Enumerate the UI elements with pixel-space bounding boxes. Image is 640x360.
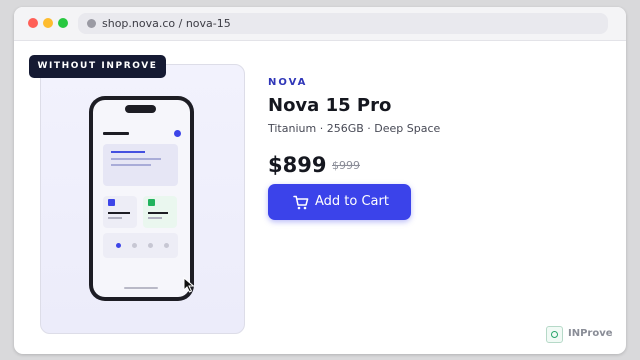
screen-nav-dot <box>116 243 121 248</box>
screen-tile-icon <box>108 199 115 206</box>
add-to-cart-button[interactable]: Add to Cart <box>268 184 411 220</box>
phone-screen <box>93 100 190 297</box>
watermark-text: INProve <box>568 328 613 339</box>
screen-tile-icon <box>148 199 155 206</box>
screen-status-dot <box>174 130 181 137</box>
browser-titlebar: shop.nova.co / nova-15 <box>14 7 626 41</box>
screen-nav-dot <box>148 243 153 248</box>
phone-notch <box>125 105 156 113</box>
screen-tile-line <box>108 212 130 214</box>
smartphone-illustration <box>89 96 194 301</box>
maximize-window-button[interactable] <box>58 18 68 28</box>
comparison-badge: WITHOUT INPROVE <box>29 55 166 78</box>
product-original-price: $999 <box>332 159 360 172</box>
mouse-cursor-icon <box>183 277 195 293</box>
close-window-button[interactable] <box>28 18 38 28</box>
screen-card-line <box>111 164 151 166</box>
browser-window: shop.nova.co / nova-15 WITHOUT INPROVE N… <box>14 7 626 354</box>
screen-header-bar <box>103 132 129 135</box>
cart-icon <box>293 195 309 210</box>
screen-card-line <box>111 151 145 153</box>
screen-nav-dot <box>132 243 137 248</box>
product-title: Nova 15 Pro <box>268 95 392 116</box>
screen-tile-line <box>108 217 122 219</box>
inprove-logo-icon <box>546 326 563 343</box>
screen-home-indicator <box>124 287 158 289</box>
add-to-cart-label: Add to Cart <box>315 194 389 209</box>
product-brand: NOVA <box>268 77 308 88</box>
site-info-icon[interactable] <box>87 19 96 28</box>
screen-nav-dot <box>164 243 169 248</box>
screen-tile-line <box>148 217 162 219</box>
screen-tile-line <box>148 212 168 214</box>
product-variant: Titanium · 256GB · Deep Space <box>268 122 441 135</box>
product-image-card <box>40 64 245 334</box>
address-bar-url: shop.nova.co / nova-15 <box>102 17 231 30</box>
screen-card-line <box>111 158 161 160</box>
address-bar[interactable]: shop.nova.co / nova-15 <box>78 13 608 34</box>
product-price: $899 <box>268 153 327 177</box>
minimize-window-button[interactable] <box>43 18 53 28</box>
